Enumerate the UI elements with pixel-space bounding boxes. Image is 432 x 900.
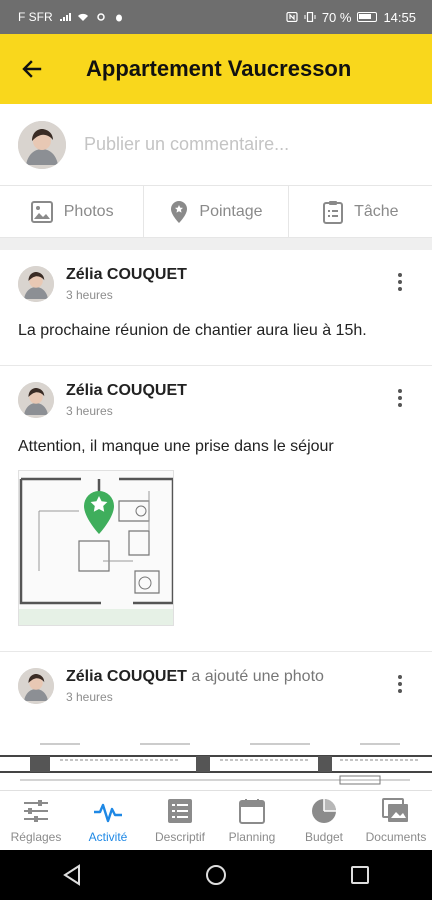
square-recents-icon [351,866,369,884]
post-author-line: Zélia COUQUET a ajouté une photo [66,668,324,686]
status-left: F SFR [18,10,125,24]
carrier-label: F SFR [18,10,53,24]
wifi-icon [77,13,88,21]
back-button[interactable] [0,34,64,104]
system-recents-button[interactable] [340,855,380,895]
avatar [18,668,54,704]
comment-input[interactable] [84,134,404,155]
floor-plan-thumbnail[interactable] [18,470,174,626]
circle-home-icon [206,865,226,885]
bug-icon [115,14,122,22]
battery-percent: 70 % [321,9,352,25]
post-time: 3 heures [66,404,113,418]
nfc-icon [286,12,298,22]
list-icon [168,799,192,823]
avatar-image [18,668,54,704]
pointage-button[interactable]: Pointage [144,186,289,237]
post-author[interactable]: Zélia COUQUET [66,382,187,399]
more-vert-icon[interactable] [388,386,412,410]
plan-photo-image [0,740,432,790]
post-meta: Zélia COUQUET 3 heures [66,382,187,418]
feed-post: Zélia COUQUET 3 heures La prochaine réun… [0,250,432,366]
calendar-icon [239,799,265,824]
feed-post: Zélia COUQUET 3 heures Attention, il man… [0,366,432,652]
tab-label: Documents [365,830,427,844]
tab-planning[interactable]: Planning [216,791,288,850]
post-author-line: Zélia COUQUET [66,382,187,400]
tache-label: Tâche [354,202,399,220]
post-header: Zélia COUQUET 3 heures [18,266,414,302]
system-home-button[interactable] [196,855,236,895]
tab-reglages[interactable]: Réglages [0,791,72,850]
app-bar: Appartement Vaucresson [0,34,432,104]
status-right: 70 % 14:55 [286,10,416,25]
pointage-label: Pointage [199,202,263,220]
post-meta: Zélia COUQUET a ajouté une photo 3 heure… [66,668,324,704]
avatar [18,266,54,302]
more-vert-icon[interactable] [388,672,412,696]
tab-label: Réglages [10,830,62,844]
avatar-image [18,120,66,169]
back-arrow-icon [22,60,42,78]
image-icon [30,200,53,223]
tache-button[interactable]: Tâche [289,186,432,237]
tab-label: Activité [88,830,128,844]
system-back-button[interactable] [52,855,92,895]
clock: 14:55 [383,9,416,25]
photos-label: Photos [63,202,114,220]
activity-feed[interactable]: Zélia COUQUET 3 heures La prochaine réun… [0,250,432,790]
post-text: Attention, il manque une prise dans le s… [18,438,334,455]
settings-status-icon [96,13,105,21]
sliders-icon [24,800,48,822]
post-text: La prochaine réunion de chantier aura li… [18,322,367,339]
signal-icon [59,13,71,21]
post-meta: Zélia COUQUET 3 heures [66,266,187,302]
tab-label: Planning [228,830,276,844]
avatar [18,382,54,418]
tab-documents[interactable]: Documents [360,791,432,850]
avatar [18,120,66,169]
post-header: Zélia COUQUET 3 heures [18,382,414,418]
post-header: Zélia COUQUET a ajouté une photo 3 heure… [18,668,414,704]
page-title: Appartement Vaucresson [86,56,352,81]
triangle-back-icon [63,864,80,886]
feed-post: Zélia COUQUET a ajouté une photo 3 heure… [0,652,432,790]
post-author[interactable]: Zélia COUQUET [66,668,187,685]
avatar-image [18,382,54,418]
tab-budget[interactable]: Budget [288,791,360,850]
pulse-icon [94,803,122,823]
added-photo[interactable] [0,740,432,790]
post-time: 3 heures [66,690,113,704]
tab-activite[interactable]: Activité [72,791,144,850]
avatar-image [18,266,54,302]
clipboard-icon [323,200,344,224]
post-time: 3 heures [66,288,113,302]
vibrate-icon [304,12,316,22]
pie-chart-icon [312,799,336,823]
tab-descriptif[interactable]: Descriptif [144,791,216,850]
status-bar: F SFR 70 % 14:55 [0,0,432,34]
post-author[interactable]: Zélia COUQUET [66,266,187,283]
composer-actions: Photos Pointage Tâche [0,186,432,238]
battery-icon [357,12,378,22]
map-pin-icon [171,200,188,223]
photos-button[interactable]: Photos [0,186,145,237]
documents-icon [382,798,408,822]
post-author-line: Zélia COUQUET [66,266,187,284]
floor-plan-image [19,471,173,625]
post-action: a ajouté une photo [186,668,324,685]
tab-label: Budget [304,830,344,844]
system-navigation-bar [0,850,432,900]
divider [0,238,432,250]
more-vert-icon[interactable] [388,270,412,294]
bottom-navigation: Réglages Activité Descriptif Planning Bu… [0,790,432,850]
comment-composer [0,104,432,186]
tab-label: Descriptif [154,830,205,844]
